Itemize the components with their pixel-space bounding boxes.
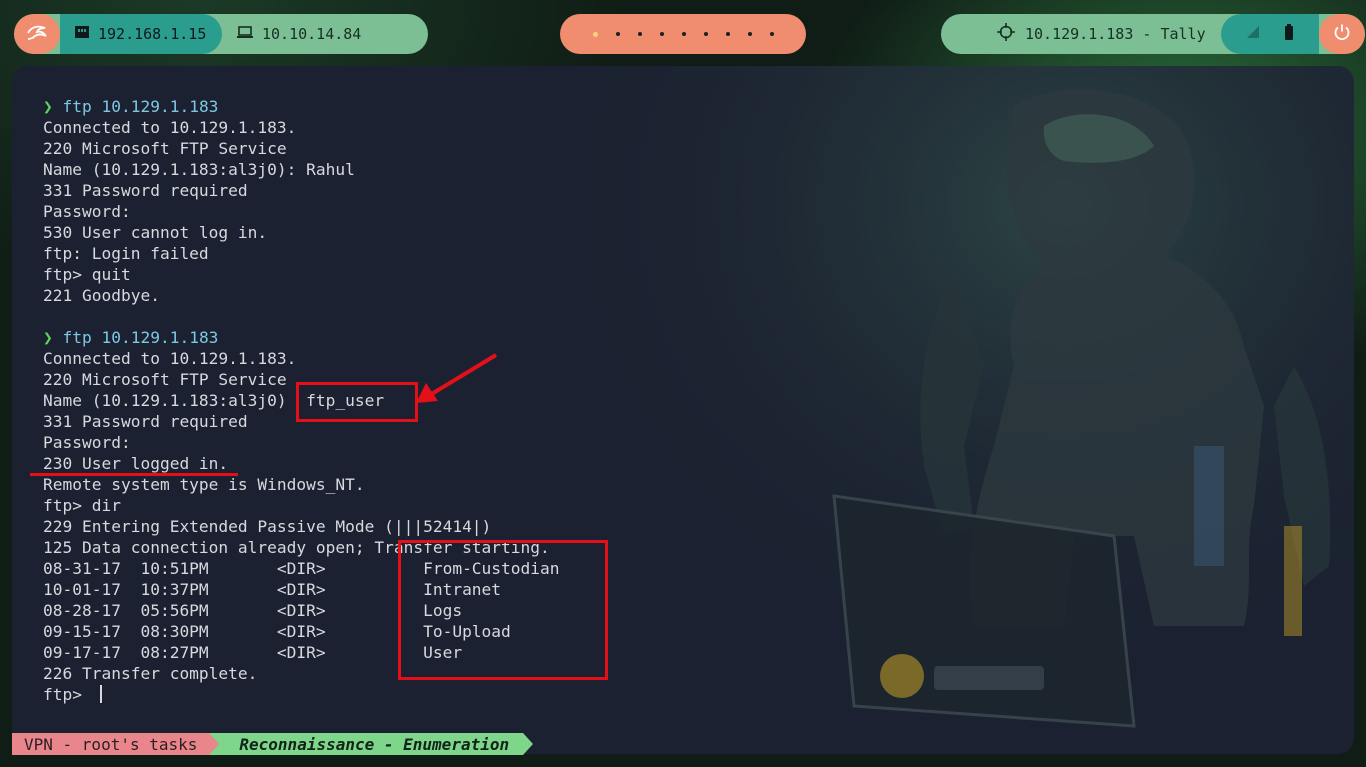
line-text: 230 User logged in.: [43, 454, 229, 473]
tmux-status-bar: VPN - root's tasks Reconnaissance - Enum…: [12, 733, 1354, 755]
workspace-9[interactable]: [769, 32, 774, 36]
workspace-1[interactable]: [592, 31, 598, 37]
login-success-underline: [30, 473, 238, 476]
laptop-icon: [236, 25, 254, 43]
line-text: ftp: Login failed: [43, 244, 209, 263]
power-icon: [1333, 23, 1351, 45]
kali-menu-button[interactable]: [14, 14, 60, 54]
terminal-line: 08-28-17 05:56PM <DIR> Logs: [43, 600, 1354, 621]
kali-dragon-icon: [26, 23, 48, 45]
ethernet-icon: [74, 25, 90, 43]
terminal-line: 08-31-17 10:51PM <DIR> From-Custodian: [43, 558, 1354, 579]
workspace-3[interactable]: [637, 32, 642, 36]
line-text: Name (10.129.1.183:al3j0): Rahul: [43, 160, 355, 179]
line-text: 530 User cannot log in.: [43, 223, 268, 242]
status-current-task[interactable]: Reconnaissance - Enumeration: [219, 733, 524, 755]
workspace-5[interactable]: [681, 32, 686, 36]
terminal-line: 331 Password required: [43, 411, 1354, 432]
workspace-8[interactable]: [747, 32, 752, 36]
line-text: Connected to 10.129.1.183.: [43, 118, 297, 137]
text-cursor: [99, 685, 102, 703]
workspace-2[interactable]: [615, 32, 620, 36]
username-highlight-box: [296, 382, 418, 422]
terminal-line: Remote system type is Windows_NT.: [43, 474, 1354, 495]
vpn-ip-segment: 10.10.14.84: [222, 14, 375, 54]
terminal-line: ftp> quit: [43, 264, 1354, 285]
annotation-arrow: [416, 353, 498, 403]
terminal-line: ftp> dir: [43, 495, 1354, 516]
crosshair-icon: [997, 23, 1015, 45]
target-segment: 10.129.1.183 - Tally: [941, 14, 1221, 54]
line-text: ftp>: [43, 685, 92, 704]
terminal-line: 229 Entering Extended Passive Mode (|||5…: [43, 516, 1354, 537]
terminal-line: 220 Microsoft FTP Service: [43, 369, 1354, 390]
line-text: Remote system type is Windows_NT.: [43, 475, 365, 494]
line-text: 331 Password required: [43, 181, 248, 200]
shell-prompt-line: ❯ ftp 10.129.1.183: [43, 96, 1354, 117]
terminal-line: 530 User cannot log in.: [43, 222, 1354, 243]
terminal-line: 09-15-17 08:30PM <DIR> To-Upload: [43, 621, 1354, 642]
terminal-line: 10-01-17 10:37PM <DIR> Intranet: [43, 579, 1354, 600]
vpn-ip-text: 10.10.14.84: [262, 25, 362, 43]
lan-ip-segment: 192.168.1.15: [60, 14, 222, 54]
ftp-input-line[interactable]: ftp>: [43, 684, 1354, 705]
command-text: ftp 10.129.1.183: [62, 97, 219, 116]
status-separator: [209, 733, 220, 755]
line-text: 220 Microsoft FTP Service: [43, 139, 287, 158]
line-text: Password:: [43, 433, 131, 452]
shell-prompt-line: ❯ ftp 10.129.1.183: [43, 327, 1354, 348]
prompt-arrow-icon: ❯: [43, 328, 63, 347]
line-text: 229 Entering Extended Passive Mode (|||5…: [43, 517, 492, 536]
line-text: Connected to 10.129.1.183.: [43, 349, 297, 368]
line-text: ftp> dir: [43, 496, 121, 515]
directory-list-highlight-box: [398, 540, 608, 680]
workspace-switcher: [560, 14, 806, 54]
line-text: 226 Transfer complete.: [43, 664, 258, 683]
terminal-line: Connected to 10.129.1.183.: [43, 348, 1354, 369]
target-text: 10.129.1.183 - Tally: [1025, 25, 1206, 43]
line-text: 220 Microsoft FTP Service: [43, 370, 287, 389]
terminal-window[interactable]: ❯ ftp 10.129.1.183 Connected to 10.129.1.…: [12, 66, 1354, 754]
workspace-7[interactable]: [725, 32, 730, 36]
terminal-line: Name (10.129.1.183:al3j0) ftp_user: [43, 390, 1354, 411]
battery-icon[interactable]: [1284, 24, 1294, 44]
network-icon[interactable]: [1246, 25, 1260, 43]
terminal-line: 226 Transfer complete.: [43, 663, 1354, 684]
command-text: ftp 10.129.1.183: [62, 328, 219, 347]
terminal-line: 09-17-17 08:27PM <DIR> User: [43, 642, 1354, 663]
terminal-line: 221 Goodbye.: [43, 285, 1354, 306]
prompt-arrow-icon: ❯: [43, 97, 63, 116]
terminal-line: 125 Data connection already open; Transf…: [43, 537, 1354, 558]
status-separator: [523, 733, 534, 755]
workspace-4[interactable]: [659, 32, 664, 36]
status-vpn-tasks[interactable]: VPN - root's tasks: [12, 733, 210, 755]
terminal-line: ftp: Login failed: [43, 243, 1354, 264]
terminal-line: 230 User logged in.: [43, 453, 1354, 474]
terminal-line: 220 Microsoft FTP Service: [43, 138, 1354, 159]
line-text: 331 Password required: [43, 412, 248, 431]
line-text: 221 Goodbye.: [43, 286, 160, 305]
terminal-line: 331 Password required: [43, 180, 1354, 201]
topbar-left-pill: 192.168.1.15 10.10.14.84: [14, 14, 428, 54]
terminal-output: ❯ ftp 10.129.1.183 Connected to 10.129.1.…: [43, 96, 1354, 705]
topbar-right-pill: 10.129.1.183 - Tally: [941, 14, 1365, 54]
terminal-line: Name (10.129.1.183:al3j0): Rahul: [43, 159, 1354, 180]
lan-ip-text: 192.168.1.15: [98, 25, 207, 43]
terminal-line: Connected to 10.129.1.183.: [43, 117, 1354, 138]
power-button[interactable]: [1319, 14, 1365, 54]
line-text: Password:: [43, 202, 131, 221]
terminal-line: Password:: [43, 432, 1354, 453]
terminal-line: Password:: [43, 201, 1354, 222]
line-text: ftp> quit: [43, 265, 131, 284]
workspace-6[interactable]: [703, 32, 708, 36]
status-segment: [1221, 14, 1319, 54]
